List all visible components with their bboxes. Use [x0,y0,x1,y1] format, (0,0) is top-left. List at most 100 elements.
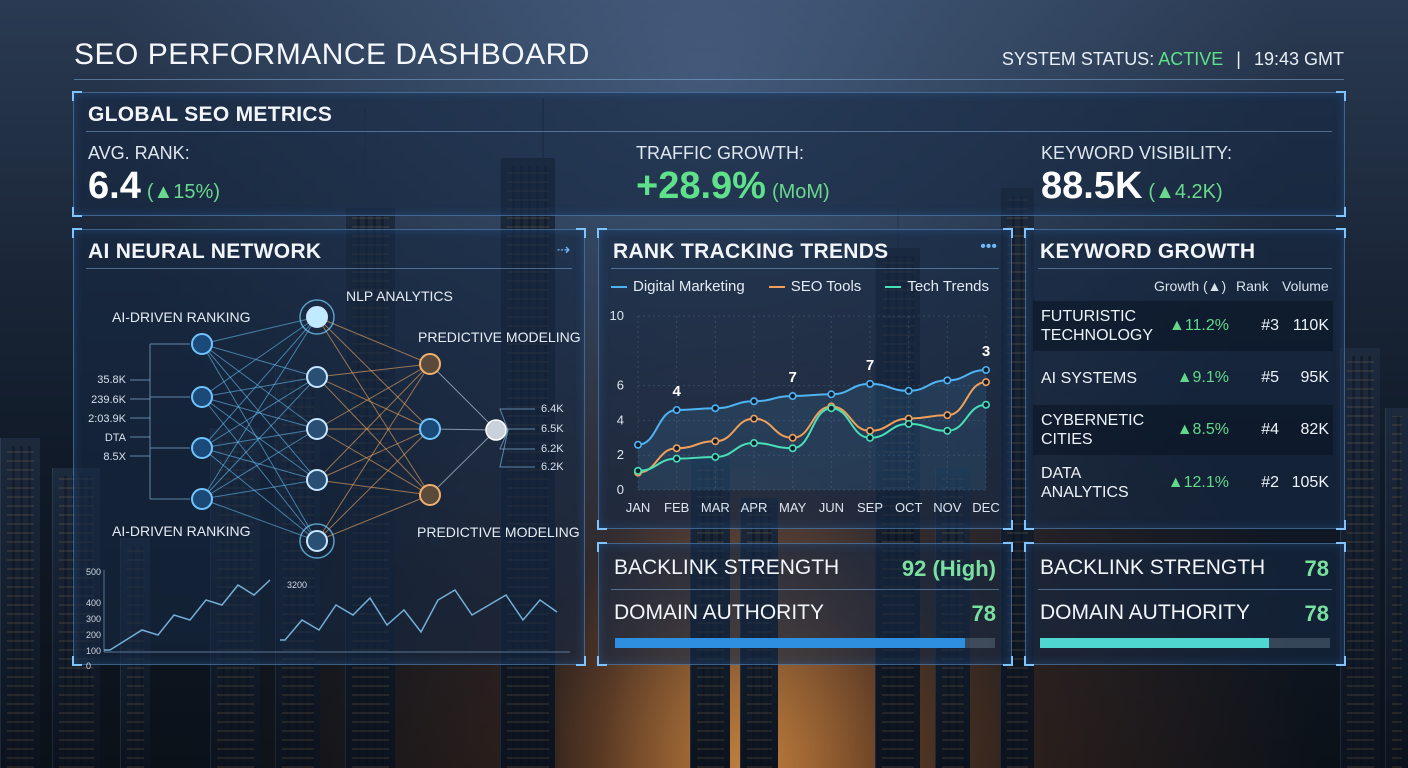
nn-output-value: 6.2K [541,461,564,473]
traffic-growth-value: +28.9% [636,165,766,207]
keyword-name: AI SYSTEMS [1041,369,1138,387]
keyword-growth: ▲9.1% [1176,369,1229,386]
data-point [672,444,681,453]
keyword-name: CYBERNETIC CITIES [1041,412,1145,448]
nn-output-value: 6.5K [541,423,564,435]
domain-authority-progress [1040,638,1330,648]
neural-network-panel: AI NEURAL NETWORK ⇢ [72,228,586,666]
data-point [750,414,759,423]
avg-rank-metric: 6.4 (▲15%) [88,165,220,208]
data-point [711,404,720,413]
data-point [788,433,797,442]
data-point [865,379,874,388]
data-point [943,411,952,420]
data-point [981,365,990,374]
data-point [865,433,874,442]
building [1385,408,1408,768]
legend-label: SEO Tools [790,278,862,295]
keyword-visibility-value: 88.5K [1041,165,1143,207]
traffic-growth-delta: (MoM) [771,181,830,203]
table-row[interactable]: FUTURISTIC TECHNOLOGY ▲11.2% #3 110K [1033,301,1333,351]
keyword-visibility-delta: (▲4.2K) [1148,181,1223,203]
y-tick-label: 0 [617,482,624,497]
data-point [981,378,990,387]
data-point [633,440,642,449]
mini-chart-ytick: 200 [86,630,102,640]
data-label: 7 [788,369,796,386]
legend-item: Digital Marketing [611,278,745,295]
domain-authority-progress-fill [615,638,965,648]
backlink-strength-value: 78 [1304,556,1329,581]
domain-authority-progress-fill [1040,638,1270,648]
nn-label-ai-ranking-top: AI-DRIVEN RANKING [112,309,251,325]
nn-input-value: 2:03.9K [88,413,126,425]
table-row[interactable]: DATA ANALYTICS ▲12.1% #2 105K [1033,458,1333,508]
avg-rank-delta: (▲15%) [146,181,220,203]
mini-chart-ytick: 100 [86,646,102,656]
nn-label-predictive-top: PREDICTIVE MODELING [418,329,581,345]
backlink-strength-label: BACKLINK STRENGTH [1040,556,1266,579]
data-point [672,405,681,414]
ellipsis-icon[interactable]: ••• [980,238,997,256]
keyword-rank: #5 [1261,369,1279,386]
page-title: SEO PERFORMANCE DASHBOARD [74,38,590,71]
table-row[interactable]: CYBERNETIC CITIES ▲8.5% #4 82K [1033,405,1333,455]
rank-trends-chart: 10 6 4 2 0JAN FEB MAR APR MAY JUN SEP OCT NOV DEC 4 7 7 3 [610,308,1000,515]
legend-item: Tech Trends [885,278,989,295]
status-label: SYSTEM STATUS: [1001,49,1155,69]
x-tick-label: FEB [664,500,689,515]
keyword-growth: ▲11.2% [1168,317,1229,334]
nn-input-value: 35.8K [97,374,126,386]
x-tick-label: JUN [819,500,844,515]
x-tick-label: MAR [701,500,730,515]
keyword-rank: #4 [1261,421,1279,438]
x-tick-label: OCT [895,500,923,515]
mini-chart-annotation: 3200 [287,580,308,590]
building [1340,348,1380,768]
data-point [904,386,913,395]
keyword-rank: #2 [1261,474,1279,491]
avg-rank-value: 6.4 [88,165,141,207]
nn-output-value: 6.2K [541,443,564,455]
keyword-visibility-metric: 88.5K (▲4.2K) [1041,165,1223,208]
global-metrics-panel: GLOBAL SEO METRICS AVG. RANK: 6.4 (▲15%) … [72,91,1346,217]
data-label: 4 [672,383,681,400]
keyword-name: DATA ANALYTICS [1041,465,1129,501]
data-point [943,376,952,385]
y-tick-label: 2 [617,447,624,462]
mini-chart-ytick: 500 [86,567,102,577]
nn-output-value: 6.4K [541,403,564,415]
data-point [711,452,720,461]
x-tick-label: DEC [972,500,999,515]
nn-label-nlp: NLP ANALYTICS [346,288,453,304]
data-point [788,444,797,453]
expand-arrow-icon[interactable]: ⇢ [557,240,570,260]
y-tick-label: 4 [617,412,624,427]
data-point [750,397,759,406]
keyword-growth: ▲12.1% [1167,474,1229,491]
global-metrics-title: GLOBAL SEO METRICS [88,103,333,126]
col-header-growth: Growth (▲) [1154,278,1227,294]
data-point [711,437,720,446]
data-point [827,404,836,413]
nn-input-value: DTA [104,432,126,444]
data-point [633,466,642,475]
domain-authority-value: 78 [971,601,996,626]
neural-network-title: AI NEURAL NETWORK [88,240,322,263]
status-separator: | [1236,49,1241,69]
keyword-growth-title: KEYWORD GROWTH [1040,240,1256,263]
keyword-name: FUTURISTIC TECHNOLOGY [1041,308,1154,344]
data-point [672,454,681,463]
keyword-rank: #3 [1261,317,1279,334]
system-status: SYSTEM STATUS: ACTIVE | 19:43 GMT [1002,49,1344,70]
mini-chart-ytick: 0 [86,661,92,671]
nn-label-predictive-bottom: PREDICTIVE MODELING [417,524,580,540]
col-header-volume: Volume [1282,278,1329,294]
domain-authority-value: 78 [1304,601,1329,626]
data-point [788,392,797,401]
backlink-strength-value: 92 (High) [901,556,996,581]
table-row[interactable]: AI SYSTEMS ▲9.1% #5 95K [1033,353,1333,403]
legend-item: SEO Tools [768,278,862,295]
building [0,438,40,768]
keyword-volume: 95K [1300,369,1329,386]
